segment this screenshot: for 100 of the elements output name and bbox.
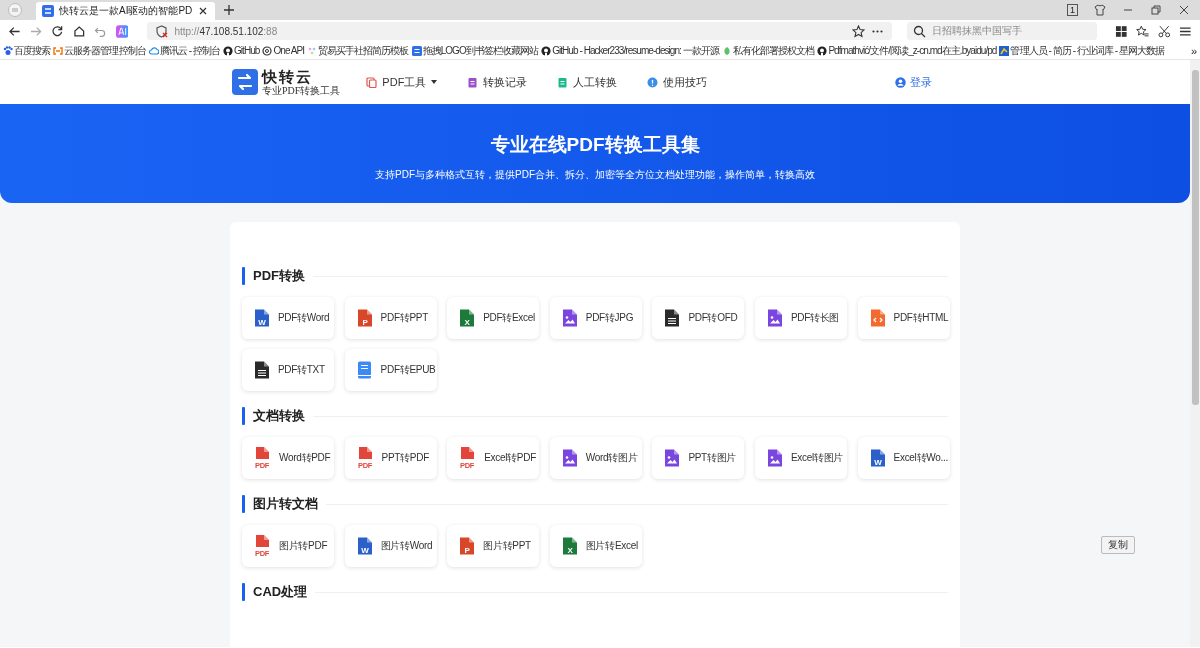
nav-link[interactable]: 人工转换 (557, 74, 618, 90)
menu-icon[interactable] (1179, 24, 1192, 38)
shield-icon (155, 24, 169, 38)
section-accent-bar (242, 583, 245, 601)
nav-link[interactable]: PDF工具 (366, 74, 438, 90)
tool-card[interactable]: PDF转OFD (652, 297, 745, 339)
more-bookmarks-button[interactable]: » (1190, 44, 1197, 57)
tool-card[interactable]: W 图片转Word (344, 525, 437, 567)
bookmark-link[interactable]: 百度搜索 (14, 43, 51, 58)
close-icon[interactable] (1178, 4, 1190, 16)
section-title: CAD处理 (253, 583, 308, 601)
bookmark-icon (721, 45, 732, 56)
bookmark-link[interactable]: 腾讯云 - 控制台 (159, 43, 220, 58)
book-icon (356, 361, 373, 379)
hero-title: 专业在线PDF转换工具集 (490, 133, 700, 157)
clipboard-icon (557, 76, 569, 88)
excel-file-icon: X (459, 309, 476, 327)
bookmark-link[interactable]: GitHub - Hacker233/resume-design: 一款开源 (552, 43, 719, 58)
section-title: 图片转文档 (253, 495, 318, 513)
bookmark-link[interactable]: One API (273, 45, 305, 56)
site-logo-icon (42, 5, 54, 17)
powerpoint-file-icon: P (356, 309, 373, 327)
restore-icon[interactable] (1150, 4, 1162, 16)
section-title: PDF转换 (253, 267, 305, 285)
scissors-icon[interactable] (1157, 24, 1171, 38)
section-accent-bar (242, 495, 245, 513)
section-accent-bar (242, 267, 245, 285)
shirt-icon[interactable] (1094, 4, 1106, 16)
apps-icon[interactable] (1114, 24, 1128, 38)
tool-card[interactable]: Word转图片 (549, 437, 642, 479)
tool-card[interactable]: P PDF转PPT (344, 297, 437, 339)
brand-name[interactable]: 快转云 (262, 68, 341, 84)
browser-tab[interactable]: 快转云是一款AI驱动的智能PD (36, 2, 216, 20)
bookmark-icon (223, 45, 233, 56)
hero-subtitle: 支持PDF与多种格式互转，提供PDF合并、拆分、加密等全方位文档处理功能，操作简单，转换高效 (375, 168, 815, 182)
bookmark-link[interactable]: 管理人员 - 简历 - 行业词库 - 星网大数据 (1010, 43, 1165, 58)
star-icon[interactable] (851, 24, 865, 38)
section-title: 文档转换 (253, 407, 305, 425)
image-file-icon (561, 309, 578, 327)
tool-card[interactable]: P 图片转PPT (447, 525, 540, 567)
documents-icon (366, 76, 378, 88)
nav-link[interactable]: 转换记录 (467, 74, 528, 90)
bookmark-link[interactable]: 贸易买手社招简历模板 (318, 43, 409, 58)
excel-file-icon: X (561, 537, 578, 555)
nav-link[interactable]: 使用技巧 (647, 74, 708, 90)
word-file-icon: W (869, 449, 886, 467)
tool-card[interactable]: PDF转长图 (754, 297, 847, 339)
section-accent-bar (242, 407, 245, 425)
search-icon (912, 24, 926, 38)
info-icon (647, 76, 659, 88)
code-file-icon (869, 309, 886, 327)
brand-tagline: 专业PDF转换工具 (262, 85, 341, 96)
reload-icon[interactable] (51, 24, 64, 38)
text-file-icon (664, 309, 681, 327)
scroll-thumb[interactable] (1191, 70, 1199, 405)
tool-card[interactable]: X 图片转Excel (549, 525, 642, 567)
copy-button[interactable]: 复制 (1101, 536, 1135, 554)
tab-count[interactable]: 1 (1067, 4, 1078, 16)
image-file-icon (561, 449, 578, 467)
image-file-icon (664, 449, 681, 467)
bookmark-icon (307, 45, 318, 56)
scrollbar[interactable] (1190, 60, 1200, 647)
bookmark-link[interactable]: GitHub (234, 45, 260, 56)
ai-icon[interactable] (115, 24, 129, 38)
bookmark-link[interactable]: 云服务器管理控制台 (64, 43, 146, 58)
word-file-icon: W (356, 537, 373, 555)
address-bar[interactable]: http://47.108.51.102:88 (147, 22, 892, 40)
bookmark-icon (999, 45, 1010, 56)
bookmark-icon (53, 45, 64, 56)
bookmark-icon (262, 45, 273, 56)
home-icon[interactable] (72, 24, 86, 38)
word-file-icon: W (254, 309, 270, 327)
bookmark-icon (541, 45, 552, 56)
bookmark-icon (148, 45, 159, 56)
clipboard-icon (467, 76, 479, 88)
favorites-icon[interactable] (1136, 24, 1149, 38)
bookmark-link[interactable]: Pdfmathvić/文件/阅读_z-cn.md在主.byaidu/pd (828, 43, 997, 58)
tool-card[interactable]: PPT转图片 (652, 437, 745, 479)
tool-card[interactable]: PDF转JPG (549, 297, 642, 339)
login-link[interactable]: 登录 (910, 74, 932, 90)
bookmark-icon (817, 45, 828, 56)
bookmark-link[interactable]: 私有化部署授权文档 (732, 43, 815, 58)
tool-card[interactable]: PDF转EPUB (344, 349, 437, 391)
bookmark-icon (3, 45, 13, 56)
tool-card[interactable]: PDF转TXT (242, 349, 334, 391)
tool-card[interactable]: W PDF转Word (242, 297, 334, 339)
image-file-icon (766, 309, 783, 327)
text-file-icon (254, 361, 270, 379)
powerpoint-file-icon: P (459, 537, 476, 555)
bookmark-icon (411, 45, 422, 56)
user-icon (895, 76, 906, 88)
image-file-icon (766, 449, 783, 467)
back-icon[interactable] (8, 24, 21, 38)
logo-icon[interactable] (232, 69, 258, 95)
bookmark-link[interactable]: 拖拽LOGO到书签栏收藏网站 (422, 43, 539, 58)
tool-card[interactable]: X PDF转Excel (447, 297, 540, 339)
new-tab-icon[interactable] (223, 4, 236, 16)
tool-card[interactable]: Excel转图片 (754, 437, 847, 479)
tool-card[interactable]: PDF转HTML (857, 297, 950, 339)
tool-card[interactable]: W Excel转Wo... (857, 437, 950, 479)
